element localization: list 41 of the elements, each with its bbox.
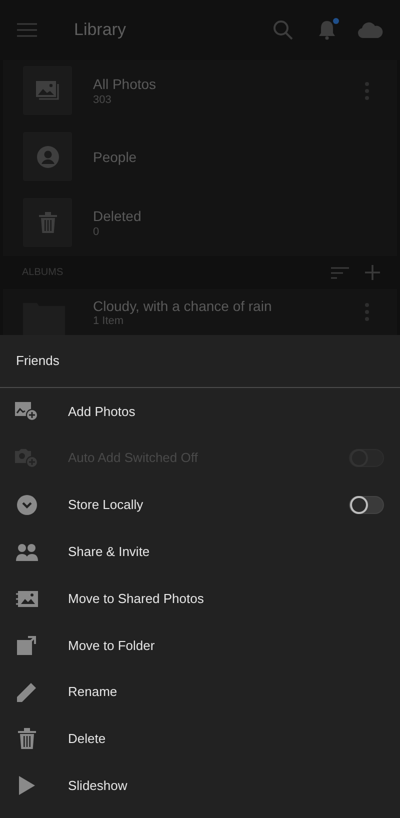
toggle-switch[interactable] — [349, 496, 384, 514]
add-camera-icon — [15, 448, 38, 468]
sort-icon[interactable] — [331, 266, 349, 278]
play-icon — [18, 776, 34, 796]
photos-icon — [36, 80, 60, 100]
menu-label: Move to Folder — [68, 636, 156, 655]
menu-item[interactable]: Rename — [0, 668, 400, 716]
album-title: Cloudy, with a chance of rain — [93, 297, 273, 315]
person-icon — [36, 146, 58, 168]
row-title: All Photos — [93, 74, 158, 92]
menu-item[interactable]: Add Photos — [0, 388, 400, 435]
menu-item[interactable]: Slideshow — [0, 762, 400, 810]
menu-label: Rename — [68, 683, 118, 702]
screen-title: Library — [74, 19, 126, 42]
trash-icon — [16, 728, 36, 750]
menu-icon[interactable] — [17, 23, 37, 37]
move-out-icon — [17, 636, 36, 655]
menu-item[interactable]: Move to Folder — [0, 622, 400, 669]
menu-item[interactable]: Share & Invite — [0, 528, 400, 576]
people-icon — [16, 542, 38, 561]
menu-label: Move to Shared Photos — [68, 590, 205, 608]
add-icon[interactable] — [365, 265, 380, 280]
row-title: Deleted — [93, 206, 142, 224]
menu-label: Add Photos — [68, 402, 136, 421]
menu-label: Slideshow — [68, 777, 128, 796]
menu-label: Delete — [68, 730, 107, 748]
sheet-title: Friends — [16, 352, 60, 370]
menu-item[interactable]: Delete — [0, 716, 400, 762]
row-title: People — [93, 148, 138, 166]
shared-image-icon — [16, 590, 38, 607]
cloud-icon[interactable] — [358, 22, 383, 38]
add-photo-icon — [15, 401, 38, 422]
menu-label: Share & Invite — [68, 543, 151, 562]
menu-label: Store Locally — [68, 496, 144, 514]
menu-item[interactable]: Move to Shared Photos — [0, 575, 400, 622]
search-icon[interactable] — [273, 20, 293, 40]
trash-icon — [38, 212, 58, 234]
download-circle-icon — [16, 494, 36, 515]
menu-item[interactable]: Store Locally — [0, 482, 400, 528]
pencil-icon — [17, 682, 36, 702]
bell-icon[interactable] — [318, 20, 336, 40]
